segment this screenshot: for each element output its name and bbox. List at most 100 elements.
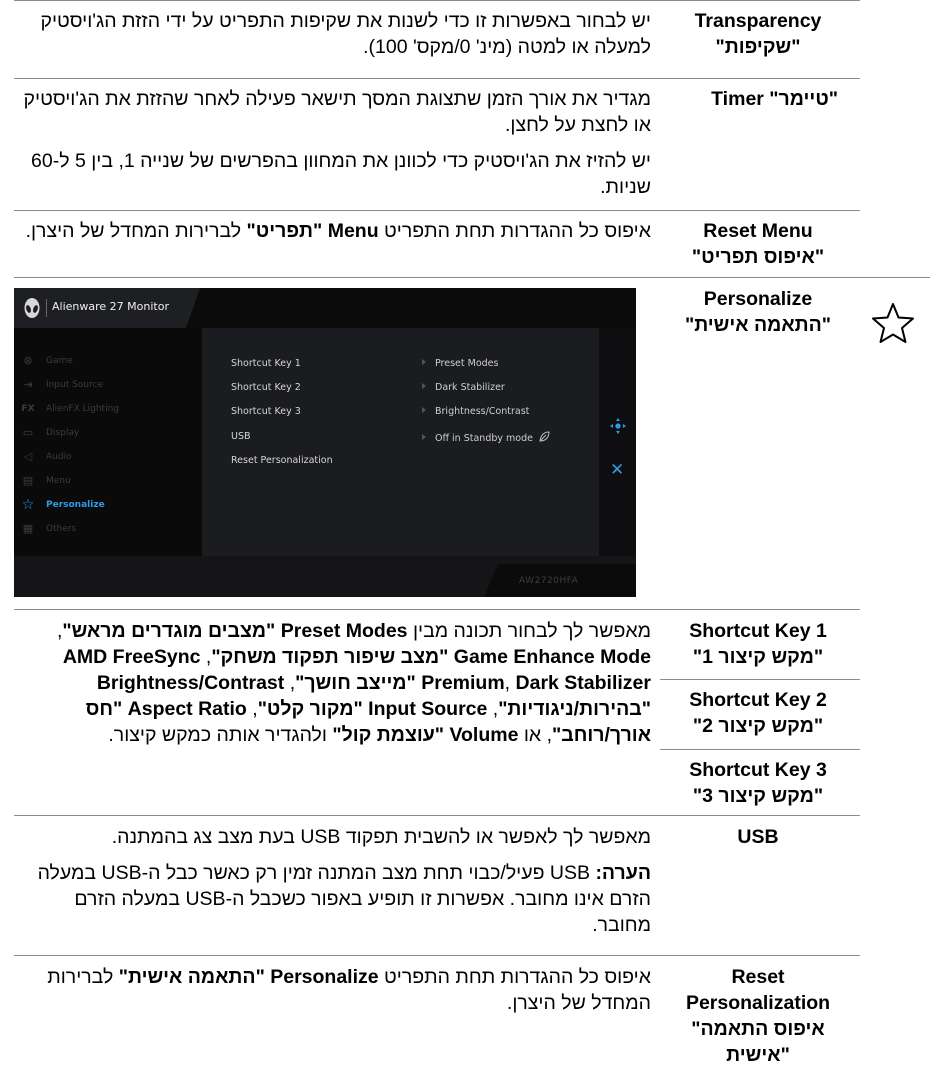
paragraph: מאפשר לך לאפשר או להשבית תפקוד USB בעת מ… (111, 826, 651, 848)
osd-title: Alienware 27 Monitor (52, 300, 169, 313)
arrow-right-icon (422, 359, 426, 365)
value-text: Dark Stabilizer (435, 382, 505, 393)
note: הערה: USB פעיל/כבוי תחת מצב המתנה זמין ר… (14, 860, 651, 938)
text: , (487, 698, 499, 720)
rule (14, 955, 860, 956)
arrow-right-icon (422, 383, 426, 389)
menu-item-label: Audio (46, 452, 72, 462)
label-en: Transparency (694, 10, 822, 32)
text: איפוס כל ההגדרות תחת התפריט (378, 966, 651, 988)
bold-text: Menu "תפריט" (247, 220, 379, 242)
divider (46, 299, 47, 317)
text: איפוס כל ההגדרות תחת התפריט (378, 220, 651, 242)
osd-side-panel (599, 328, 636, 556)
menu-item-label: AlienFX Lighting (46, 404, 119, 414)
paragraph: מאפשר לך לבחור תכונה מבין Preset Modes "… (14, 618, 651, 748)
rule (660, 749, 860, 750)
label-he: "מקש קיצור 2" (692, 715, 824, 737)
text: , (200, 646, 212, 668)
label-en: Reset (731, 966, 785, 988)
value-text: Brightness/Contrast (435, 406, 530, 417)
menu-item-label: Menu (46, 476, 71, 486)
usb-description: מאפשר לך לאפשר או להשבית תפקוד USB בעת מ… (14, 824, 651, 938)
rule (14, 0, 860, 1)
transparency-label: Transparency "שקיפות" (660, 8, 856, 60)
label: Timer "טיימר" (711, 88, 838, 110)
option-shortcut-key-1[interactable]: Shortcut Key 1 (231, 358, 301, 369)
bold-text: Personalize "התאמה אישית" (118, 966, 379, 988)
bold-text: Game Enhance Mode "מצב שיפור תפקוד משחק" (211, 646, 651, 668)
option-shortcut-key-3[interactable]: Shortcut Key 3 (231, 406, 301, 417)
label-en: Shortcut Key 1 (689, 620, 827, 642)
rule (14, 210, 860, 211)
others-icon: ▦ (22, 522, 34, 535)
star-icon: ☆ (21, 497, 35, 513)
label: USB (737, 826, 779, 848)
label-en: Personalization (685, 992, 831, 1014)
shortcut-key-description: מאפשר לך לבחור תכונה מבין Preset Modes "… (14, 618, 651, 748)
model-name: AW2720HFA (519, 576, 579, 586)
rule (14, 815, 860, 816)
menu-item-label: Game (46, 356, 73, 366)
label-en: Shortcut Key 2 (689, 689, 827, 711)
label-he: "מקש קיצור 3" (692, 785, 824, 807)
close-icon[interactable]: ✕ (610, 462, 624, 479)
joystick-icon (610, 418, 626, 434)
bold-text: Preset Modes "מצבים מוגדרים מראש" (62, 620, 408, 642)
text: , או (518, 724, 552, 746)
shortcut-key-2-label: Shortcut Key 2 "מקש קיצור 2" (660, 687, 856, 739)
audio-icon: ◁ (23, 450, 33, 463)
leaf-icon (539, 431, 550, 442)
paragraph: איפוס כל ההגדרות תחת התפריט Menu "תפריט"… (14, 218, 651, 244)
value-shortcut-key-3: Brightness/Contrast (422, 406, 529, 417)
note-label: הערה: (595, 862, 651, 884)
shortcut-key-3-label: Shortcut Key 3 "מקש קיצור 3" (660, 757, 856, 809)
value-text: Preset Modes (435, 358, 499, 369)
bold-he: "תפריט" (246, 220, 328, 242)
gamepad-icon: ⊛ (23, 354, 33, 367)
timer-description: מגדיר את אורך הזמן שתצוגת המסך תישאר פעי… (14, 86, 651, 200)
osd-main-menu (14, 328, 202, 556)
star-icon (872, 303, 914, 343)
text: מאפשר לך לבחור תכונה מבין (407, 620, 651, 642)
arrow-right-icon (422, 434, 426, 440)
text: , (284, 672, 296, 694)
menu-icon: ▤ (22, 474, 34, 487)
value-usb: Off in Standby mode (422, 431, 550, 444)
arrow-right-icon (422, 407, 426, 413)
transparency-description: יש לבחור באפשרות זו כדי לשנות את שקיפות … (14, 8, 651, 60)
label-en: Reset Menu (703, 220, 813, 242)
rule (14, 277, 930, 278)
menu-item-label: Display (46, 428, 80, 438)
shortcut-key-1-label: Shortcut Key 1 "מקש קיצור 1" (660, 618, 856, 670)
paragraph: יש להזיז את הג'ויסטיק כדי לכוונן את המחו… (31, 150, 651, 198)
text: ולהגדיר אותה כמקש קיצור. (108, 724, 333, 746)
bold-text: Input Source "מקור קלט" (257, 698, 488, 720)
bold-text: Volume "עוצמת קול" (332, 724, 519, 746)
alienfx-icon: FX (21, 404, 35, 414)
text: , (504, 672, 516, 694)
option-reset-personalization[interactable]: Reset Personalization (231, 455, 333, 466)
value-shortcut-key-1: Preset Modes (422, 358, 498, 369)
value-text: Off in Standby mode (435, 433, 533, 444)
option-shortcut-key-2[interactable]: Shortcut Key 2 (231, 382, 301, 393)
display-icon: ▭ (22, 426, 34, 439)
value-shortcut-key-2: Dark Stabilizer (422, 382, 505, 393)
input-source-icon: ⇥ (23, 378, 33, 391)
label-he: "איפוס תפריט" (691, 246, 825, 268)
timer-label: Timer "טיימר" (620, 86, 838, 112)
menu-item-label: Others (46, 524, 77, 534)
label-he: "איפוס התאמה (691, 1018, 825, 1040)
option-usb[interactable]: USB (231, 431, 251, 442)
rule (660, 679, 860, 680)
reset-personalization-description: איפוס כל ההגדרות תחת התפריט Personalize … (14, 964, 651, 1016)
menu-item-label: Personalize (46, 500, 105, 510)
paragraph: יש לבחור באפשרות זו כדי לשנות את שקיפות … (40, 10, 651, 58)
paragraph: איפוס כל ההגדרות תחת התפריט Personalize … (14, 964, 651, 1016)
label-he: "מקש קיצור 1" (692, 646, 824, 668)
label-he: "שקיפות" (715, 36, 801, 58)
text: , (246, 698, 258, 720)
bold-en: Menu (327, 220, 379, 242)
label-he: "התאמה אישית" (684, 314, 832, 336)
personalize-label: Personalize "התאמה אישית" (660, 286, 856, 338)
